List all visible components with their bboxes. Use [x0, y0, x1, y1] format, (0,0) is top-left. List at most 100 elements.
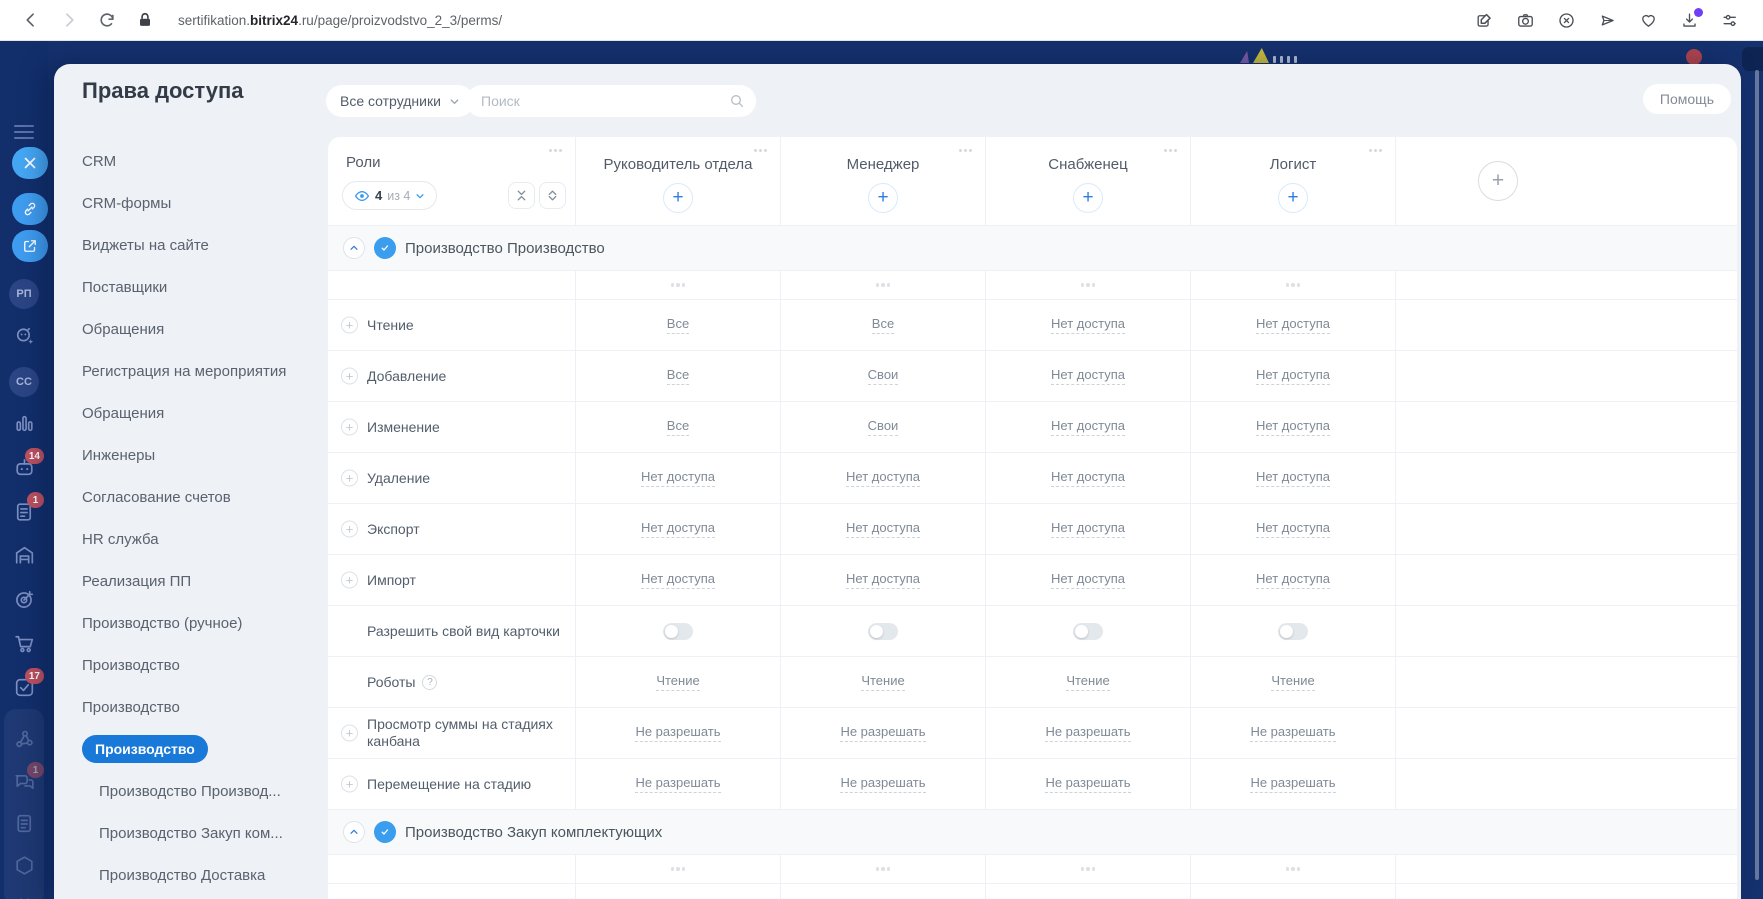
- permission-value[interactable]: Нет доступа: [1051, 367, 1125, 385]
- permission-value[interactable]: Свои: [867, 367, 899, 385]
- toggle-off[interactable]: [663, 622, 693, 640]
- column-menu-icon[interactable]: [1369, 149, 1382, 152]
- permission-value[interactable]: Нет доступа: [1256, 316, 1330, 334]
- permission-value[interactable]: Не разрешать: [840, 775, 926, 793]
- menu-item-4[interactable]: Обращения: [82, 308, 317, 350]
- cart-icon[interactable]: [0, 631, 48, 656]
- extensions-icon[interactable]: [0, 853, 48, 878]
- permission-value[interactable]: Все: [666, 418, 690, 436]
- column-menu-icon[interactable]: [959, 149, 972, 152]
- add-permission-button[interactable]: +: [1278, 183, 1308, 213]
- permission-value[interactable]: Все: [666, 367, 690, 385]
- copilot-icon[interactable]: [0, 323, 48, 348]
- help-icon[interactable]: ?: [422, 674, 438, 690]
- permission-value[interactable]: Нет доступа: [1256, 520, 1330, 538]
- menu-icon[interactable]: [0, 125, 48, 139]
- permission-value[interactable]: Не разрешать: [1045, 724, 1131, 742]
- cell-menu-icon[interactable]: [875, 867, 891, 871]
- expand-row-icon[interactable]: +: [341, 367, 358, 385]
- send-icon[interactable]: [1598, 11, 1617, 30]
- cell-menu-icon[interactable]: [1285, 867, 1301, 871]
- permission-value[interactable]: Нет доступа: [1256, 418, 1330, 436]
- add-permission-button[interactable]: +: [663, 183, 693, 213]
- copy-link-button[interactable]: [12, 193, 48, 225]
- permission-value[interactable]: Нет доступа: [846, 571, 920, 589]
- expand-row-icon[interactable]: +: [341, 520, 358, 538]
- menu-item-1[interactable]: CRM-формы: [82, 182, 317, 224]
- assistant-robot-icon[interactable]: 14: [0, 448, 48, 480]
- permission-value[interactable]: Не разрешать: [635, 724, 721, 742]
- menu-item-11[interactable]: Производство (ручное): [82, 602, 317, 644]
- close-panel-button[interactable]: [12, 147, 48, 179]
- expand-row-icon[interactable]: +: [341, 775, 358, 793]
- menu-item-7[interactable]: Инженеры: [82, 434, 317, 476]
- warehouse-icon[interactable]: [0, 543, 48, 568]
- permission-value[interactable]: Нет доступа: [641, 571, 715, 589]
- permission-value[interactable]: Нет доступа: [1256, 571, 1330, 589]
- menu-item-0[interactable]: CRM: [82, 140, 317, 182]
- favorites-heart-icon[interactable]: [1639, 11, 1658, 30]
- permission-value[interactable]: Чтение: [656, 673, 700, 691]
- help-button[interactable]: Помощь: [1642, 84, 1731, 114]
- documents-icon[interactable]: [0, 811, 48, 836]
- edit-icon[interactable]: [1475, 11, 1494, 30]
- menu-item-13[interactable]: Производство: [82, 686, 317, 728]
- cell-menu-icon[interactable]: [1080, 867, 1096, 871]
- cell-menu-icon[interactable]: [1080, 283, 1096, 287]
- permission-value[interactable]: Нет доступа: [1051, 316, 1125, 334]
- menu-item-3[interactable]: Поставщики: [82, 266, 317, 308]
- permission-value[interactable]: Нет доступа: [846, 520, 920, 538]
- tune-icon[interactable]: [1721, 11, 1740, 30]
- download-icon[interactable]: [1680, 7, 1703, 30]
- permission-value[interactable]: Не разрешать: [840, 724, 926, 742]
- permission-value[interactable]: Свои: [867, 418, 899, 436]
- permission-value[interactable]: Нет доступа: [846, 469, 920, 487]
- permission-value[interactable]: Чтение: [1271, 673, 1315, 691]
- page-scrollbar[interactable]: [1755, 70, 1759, 880]
- search-input[interactable]: [466, 85, 756, 117]
- network-icon[interactable]: [0, 727, 48, 752]
- toggle-off[interactable]: [1073, 622, 1103, 640]
- expand-row-icon[interactable]: +: [341, 469, 358, 487]
- column-menu-icon[interactable]: [754, 149, 767, 152]
- block-icon[interactable]: [1557, 11, 1576, 30]
- menu-item-6[interactable]: Обращения: [82, 392, 317, 434]
- menu-item-17[interactable]: Производство Доставка: [82, 854, 317, 896]
- permission-value[interactable]: Не разрешать: [1250, 775, 1336, 793]
- permission-value[interactable]: Нет доступа: [1051, 571, 1125, 589]
- permission-value[interactable]: Чтение: [1066, 673, 1110, 691]
- menu-item-14[interactable]: Производство: [82, 728, 317, 770]
- forward-icon[interactable]: [59, 10, 79, 30]
- address-bar[interactable]: sertifikation.bitrix24.ru/page/proizvods…: [178, 13, 502, 28]
- camera-icon[interactable]: [1516, 11, 1535, 30]
- permission-value[interactable]: Не разрешать: [1045, 775, 1131, 793]
- permission-value[interactable]: Все: [666, 316, 690, 334]
- add-permission-button[interactable]: +: [868, 183, 898, 213]
- goals-target-icon[interactable]: [0, 587, 48, 612]
- toggle-off[interactable]: [868, 622, 898, 640]
- permission-value[interactable]: Нет доступа: [1051, 469, 1125, 487]
- expand-row-icon[interactable]: +: [341, 724, 358, 742]
- cell-menu-icon[interactable]: [875, 283, 891, 287]
- checklist-icon[interactable]: 1: [0, 492, 48, 524]
- collapse-section-button[interactable]: [343, 237, 365, 259]
- column-menu-icon[interactable]: [1164, 149, 1177, 152]
- cell-menu-icon[interactable]: [670, 283, 686, 287]
- employee-filter-dropdown[interactable]: Все сотрудники: [326, 85, 474, 117]
- expand-all-button[interactable]: [539, 182, 566, 209]
- menu-item-9[interactable]: HR служба: [82, 518, 317, 560]
- permission-value[interactable]: Нет доступа: [641, 469, 715, 487]
- cell-menu-icon[interactable]: [1285, 283, 1301, 287]
- permission-value[interactable]: Нет доступа: [1256, 469, 1330, 487]
- add-permission-button[interactable]: +: [1073, 183, 1103, 213]
- menu-item-16[interactable]: Производство Закуп ком...: [82, 812, 317, 854]
- add-role-button[interactable]: +: [1478, 161, 1518, 201]
- analytics-icon[interactable]: [0, 411, 48, 436]
- avatar-rp[interactable]: РП: [0, 279, 48, 309]
- menu-item-12[interactable]: Производство: [82, 644, 317, 686]
- permission-value[interactable]: Нет доступа: [1051, 520, 1125, 538]
- roles-visibility-filter[interactable]: 4 из 4: [342, 181, 438, 210]
- permission-value[interactable]: Нет доступа: [1051, 418, 1125, 436]
- permission-value[interactable]: Все: [871, 316, 895, 334]
- collapse-section-button[interactable]: [343, 821, 365, 843]
